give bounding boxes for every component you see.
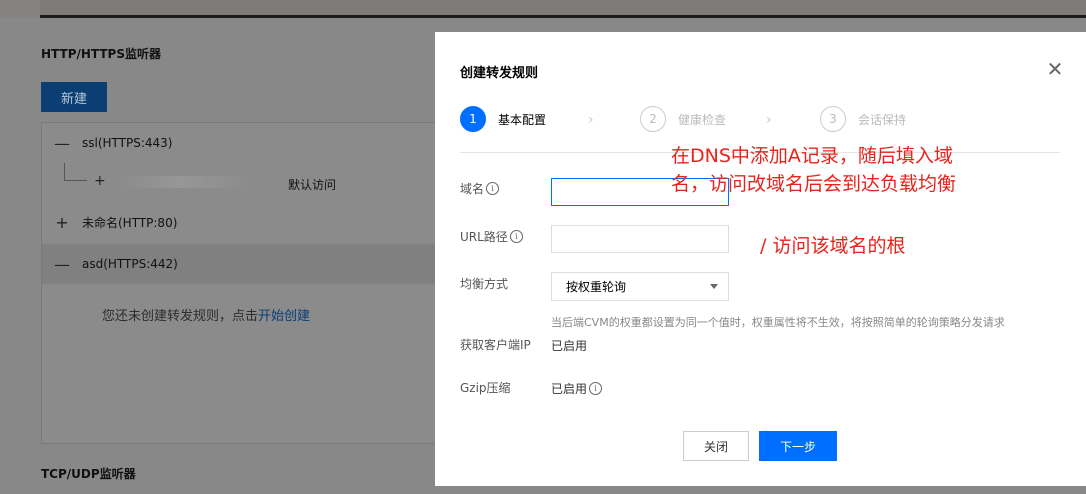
stepper: 1 基本配置 › 2 健康检查 › 3 会话保持 xyxy=(460,106,1060,132)
step-label: 基本配置 xyxy=(498,112,547,127)
chevron-right-icon: › xyxy=(588,112,594,128)
listener-label: 未命名(HTTP:80) xyxy=(82,215,178,230)
listener-row-ssl[interactable]: — ssl(HTTPS:443) xyxy=(42,123,436,163)
balance-method-label: 均衡方式 xyxy=(460,277,509,291)
info-icon[interactable]: i xyxy=(509,230,523,243)
step-label: 会话保持 xyxy=(858,112,907,127)
listener-label: ssl(HTTPS:443) xyxy=(82,136,173,150)
balance-hint: 当后端CVM的权重都设置为同一个值时，权重属性将不生效，将按照简单的轮询策略分发… xyxy=(551,316,1005,329)
blurred-domain xyxy=(114,176,244,188)
listener-row-unnamed[interactable]: + 未命名(HTTP:80) xyxy=(42,202,436,242)
domain-label-text: 域名 xyxy=(460,182,485,196)
info-icon[interactable]: i xyxy=(589,382,603,395)
step-basic-config: 1 基本配置 xyxy=(460,106,546,132)
close-button[interactable]: 关闭 xyxy=(683,431,749,461)
annotation-line: 在DNS中添加A记录，随后填入域 xyxy=(671,145,953,167)
url-path-input[interactable] xyxy=(551,225,729,253)
client-ip-label: 获取客户端IP xyxy=(460,338,531,352)
default-access-label[interactable]: 默认访问 xyxy=(288,176,336,193)
step-number: 2 xyxy=(640,106,666,132)
domain-label: 域名 i xyxy=(460,180,500,197)
dialog-title: 创建转发规则 xyxy=(460,66,539,81)
tcp-section-title: TCP/UDP监听器 xyxy=(41,467,136,481)
collapse-icon[interactable]: — xyxy=(42,134,82,153)
tree-connector xyxy=(64,163,87,181)
chevron-down-icon xyxy=(710,284,718,289)
expand-icon[interactable]: + xyxy=(94,173,106,189)
listener-row-asd[interactable]: — asd(HTTPS:442) xyxy=(42,244,436,284)
step-health-check: 2 健康检查 xyxy=(640,106,726,132)
annotation-line: 名，访问改域名后会到达负载均衡 xyxy=(671,173,957,195)
url-label-text: URL路径 xyxy=(460,230,508,244)
annotation-root-path-note: / 访问该域名的根 xyxy=(760,235,906,257)
gzip-label: Gzip压缩 xyxy=(460,381,511,395)
empty-hint-text: 您还未创建转发规则，点击 xyxy=(102,309,259,324)
listener-label: asd(HTTPS:442) xyxy=(82,257,178,271)
client-ip-value: 已启用 xyxy=(551,339,588,353)
top-strip xyxy=(0,0,1086,18)
info-icon[interactable]: i xyxy=(486,182,500,195)
step-session-persistence: 3 会话保持 xyxy=(820,106,906,132)
balance-method-select[interactable]: 按权重轮询 xyxy=(551,272,729,301)
listener-panel: — ssl(HTTPS:443) + 默认访问 + 未命名(HTTP:80) —… xyxy=(41,122,437,444)
step-number: 1 xyxy=(460,106,486,132)
url-path-label: URL路径 i xyxy=(460,228,523,245)
empty-rules-hint: 您还未创建转发规则，点击开始创建 xyxy=(102,305,310,324)
new-listener-button[interactable]: 新建 xyxy=(41,82,107,112)
gzip-value-text: 已启用 xyxy=(551,382,588,396)
close-icon[interactable]: ✕ xyxy=(1046,59,1064,79)
gzip-value: 已启用 i xyxy=(551,380,603,397)
annotation-dns-note: 在DNS中添加A记录，随后填入域 名，访问改域名后会到达负载均衡 xyxy=(671,142,956,198)
start-create-link[interactable]: 开始创建 xyxy=(258,309,310,324)
collapse-icon[interactable]: — xyxy=(42,255,82,274)
balance-method-value: 按权重轮询 xyxy=(566,280,627,294)
step-number: 3 xyxy=(820,106,846,132)
chevron-right-icon: › xyxy=(766,112,772,128)
http-section-title: HTTP/HTTPS监听器 xyxy=(41,47,161,61)
expand-icon[interactable]: + xyxy=(42,213,82,232)
next-step-button[interactable]: 下一步 xyxy=(759,431,837,461)
step-label: 健康检查 xyxy=(678,112,727,127)
